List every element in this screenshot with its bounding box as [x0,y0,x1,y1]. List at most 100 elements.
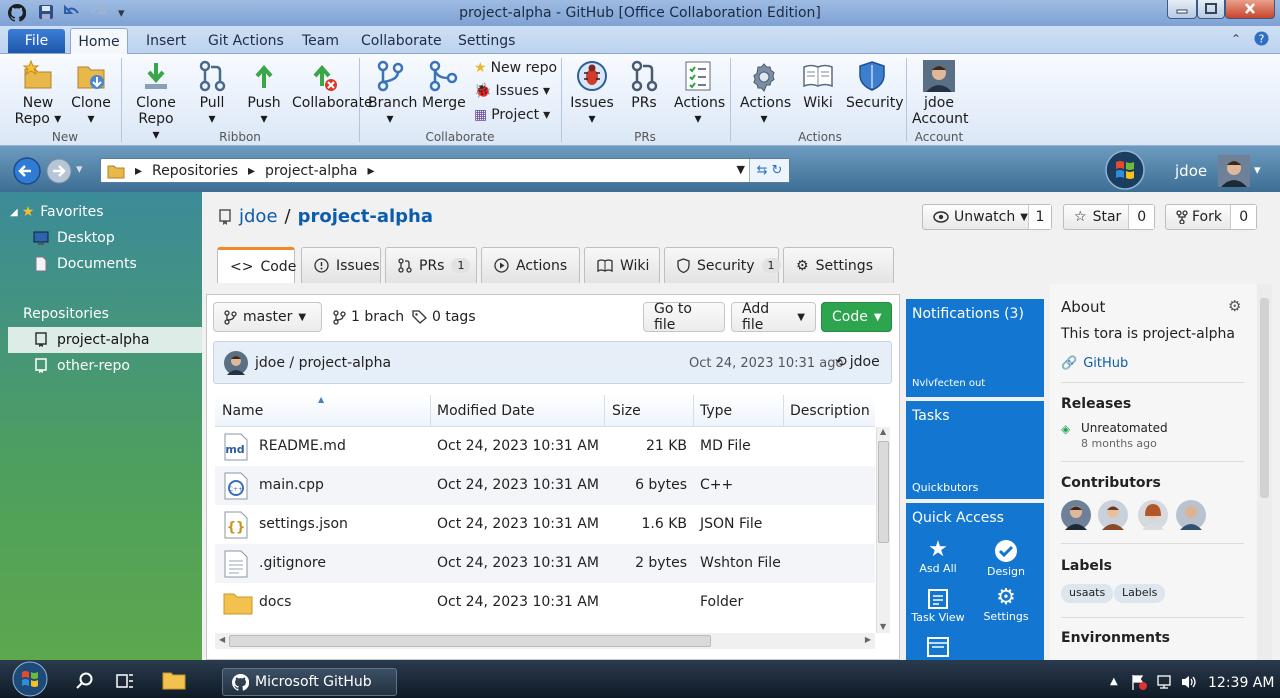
tab-issues[interactable]: Issues [301,247,381,283]
branch-button[interactable]: Branch ▾ [368,60,417,127]
tab-actions[interactable]: Actions [481,247,580,283]
go-to-file-button[interactable]: Go to file [643,301,725,333]
avatar[interactable] [1098,500,1128,530]
table-row[interactable]: docs Oct 24, 2023 10:31 AM Folder [215,583,875,622]
avatar[interactable] [1176,500,1206,530]
label-chip[interactable]: Labels [1114,584,1166,603]
column-modified-date[interactable]: Modified Date [437,403,535,419]
windows-orb-icon[interactable] [1104,150,1146,190]
commit-path[interactable]: jdoe / project-alpha [255,355,391,371]
column-type[interactable]: Type [700,403,732,419]
back-button[interactable] [12,156,42,186]
maximize-button[interactable] [1197,0,1225,19]
sidebar-item-project-alpha[interactable]: project-alpha [8,327,202,353]
user-avatar[interactable] [1218,155,1250,187]
add-file-button[interactable]: Add file ▼ [731,301,816,333]
tab-security[interactable]: Security 1 [664,247,781,283]
vertical-scrollbar[interactable]: ▲ ▼ [876,427,890,633]
search-icon[interactable] [76,672,94,690]
new-repo-button[interactable]: New Repo ▾ [14,60,62,127]
task-view-icon[interactable] [116,672,134,690]
avatar[interactable] [1138,500,1168,530]
actions-gear-button[interactable]: Actions ▾ [740,60,791,127]
merge-button[interactable]: Merge [422,60,466,111]
table-row[interactable]: .gitignore Oct 24, 2023 10:31 AM 2 bytes… [215,544,875,583]
account-button[interactable]: jdoe Account [912,60,969,127]
tab-prs[interactable]: PRs 1 [385,247,477,283]
address-bar[interactable]: ▸ Repositories ▸ project-alpha ▸ ▼ ⇆ ↻ [100,158,790,183]
settings-gear-icon[interactable]: ⚙ [1228,297,1241,315]
tab-team[interactable]: Team [302,33,339,49]
about-scrollbar[interactable] [1257,284,1272,660]
volume-icon[interactable] [1180,674,1198,690]
flag-icon[interactable] [1130,673,1148,691]
user-menu-chevron-icon[interactable]: ▾ [1254,163,1261,178]
tab-collaborate[interactable]: Collaborate [361,33,442,49]
favorites-header[interactable]: ◢ ★ Favorites [0,199,202,225]
collaborate-button[interactable]: Collaborate [292,60,373,111]
address-dropdown-icon[interactable]: ▼ [737,163,745,176]
repo-name-link[interactable]: project-alpha [298,206,433,227]
prs-button[interactable]: PRs [626,60,662,111]
contributors-heading[interactable]: Contributors [1061,475,1161,491]
repositories-header[interactable]: Repositories [0,301,202,327]
refresh-button[interactable]: ⇆ ↻ [749,159,789,182]
security-button[interactable]: Security [846,60,904,111]
push-button[interactable]: Push ▾ [246,60,282,127]
repo-owner-link[interactable]: jdoe [239,206,278,227]
clone-repo-button[interactable]: Clone Repo ▾ [134,60,178,143]
unwatch-button[interactable]: Unwatch ▼ 1 [922,204,1052,230]
star-button[interactable]: ☆ Star 0 [1063,204,1155,230]
tab-code[interactable]: <> Code [217,247,296,283]
tags-link[interactable]: 0 tags [412,309,476,325]
website-link[interactable]: 🔗 GitHub [1061,356,1128,371]
tab-settings[interactable]: Settings [458,33,515,49]
label-chip[interactable]: usaats [1061,584,1114,603]
code-button[interactable]: Code ▼ [821,302,892,332]
close-button[interactable] [1225,0,1275,19]
column-description[interactable]: Description [790,403,870,419]
taskbar-app-github[interactable]: Microsoft GitHub [222,668,397,696]
table-row[interactable]: C++ main.cpp Oct 24, 2023 10:31 AM 6 byt… [215,466,875,505]
wiki-button[interactable]: Wiki [800,60,836,111]
issues-button[interactable]: Issues ▾ [570,60,614,127]
forward-button[interactable] [45,157,73,185]
tab-home[interactable]: Home [70,28,128,55]
quick-design[interactable]: Design [974,539,1038,578]
new-repo-small-button[interactable]: ★ New repo [474,60,557,76]
file-explorer-icon[interactable] [162,670,186,690]
start-button[interactable] [8,660,52,698]
quick-add-all[interactable]: ★ Asd All [906,537,970,575]
horizontal-scrollbar[interactable]: ◀ ▶ [215,633,875,649]
collapse-ribbon-icon[interactable]: ⌃ [1231,32,1241,46]
table-row[interactable]: {} settings.json Oct 24, 2023 10:31 AM 1… [215,505,875,544]
tasks-tile[interactable]: Tasks Quickbutors [906,401,1044,499]
table-row[interactable]: md README.md Oct 24, 2023 10:31 AM 21 KB… [215,427,875,466]
branches-link[interactable]: 1 brach [333,309,404,325]
history-dropdown-icon[interactable]: ▾ [76,162,83,177]
environments-heading[interactable]: Environments [1061,630,1170,646]
release-name[interactable]: Unreatomated [1081,421,1168,435]
sidebar-item-documents[interactable]: Documents [0,251,202,277]
file-tab[interactable]: File [8,29,65,53]
user-name[interactable]: jdoe [1175,162,1207,180]
clock[interactable]: 12:39 AM [1208,675,1274,691]
column-name[interactable]: Name [222,403,263,419]
actions-button[interactable]: Actions ▾ [674,60,725,127]
tab-insert[interactable]: Insert [146,33,186,49]
releases-heading[interactable]: Releases [1061,396,1131,412]
sidebar-item-other-repo[interactable]: other-repo [0,353,202,379]
sidebar-item-desktop[interactable]: Desktop [0,225,202,251]
notifications-tile[interactable]: Notifications (3) Nvlvfecten out [906,299,1044,397]
help-icon[interactable]: ? [1254,31,1269,46]
commit-history-link[interactable]: ⟲ jdoe [835,354,880,370]
fork-button[interactable]: Fork 0 [1165,204,1257,230]
pull-button[interactable]: Pull ▾ [194,60,230,127]
column-size[interactable]: Size [612,403,641,419]
breadcrumb-repositories[interactable]: Repositories [152,163,238,179]
avatar[interactable] [1061,500,1091,530]
breadcrumb-project-alpha[interactable]: project-alpha [265,163,357,179]
quick-settings[interactable]: ⚙ Settings [974,585,1038,623]
project-small-button[interactable]: ▦ Project ▾ [474,107,550,123]
tab-wiki[interactable]: Wiki [584,247,660,283]
